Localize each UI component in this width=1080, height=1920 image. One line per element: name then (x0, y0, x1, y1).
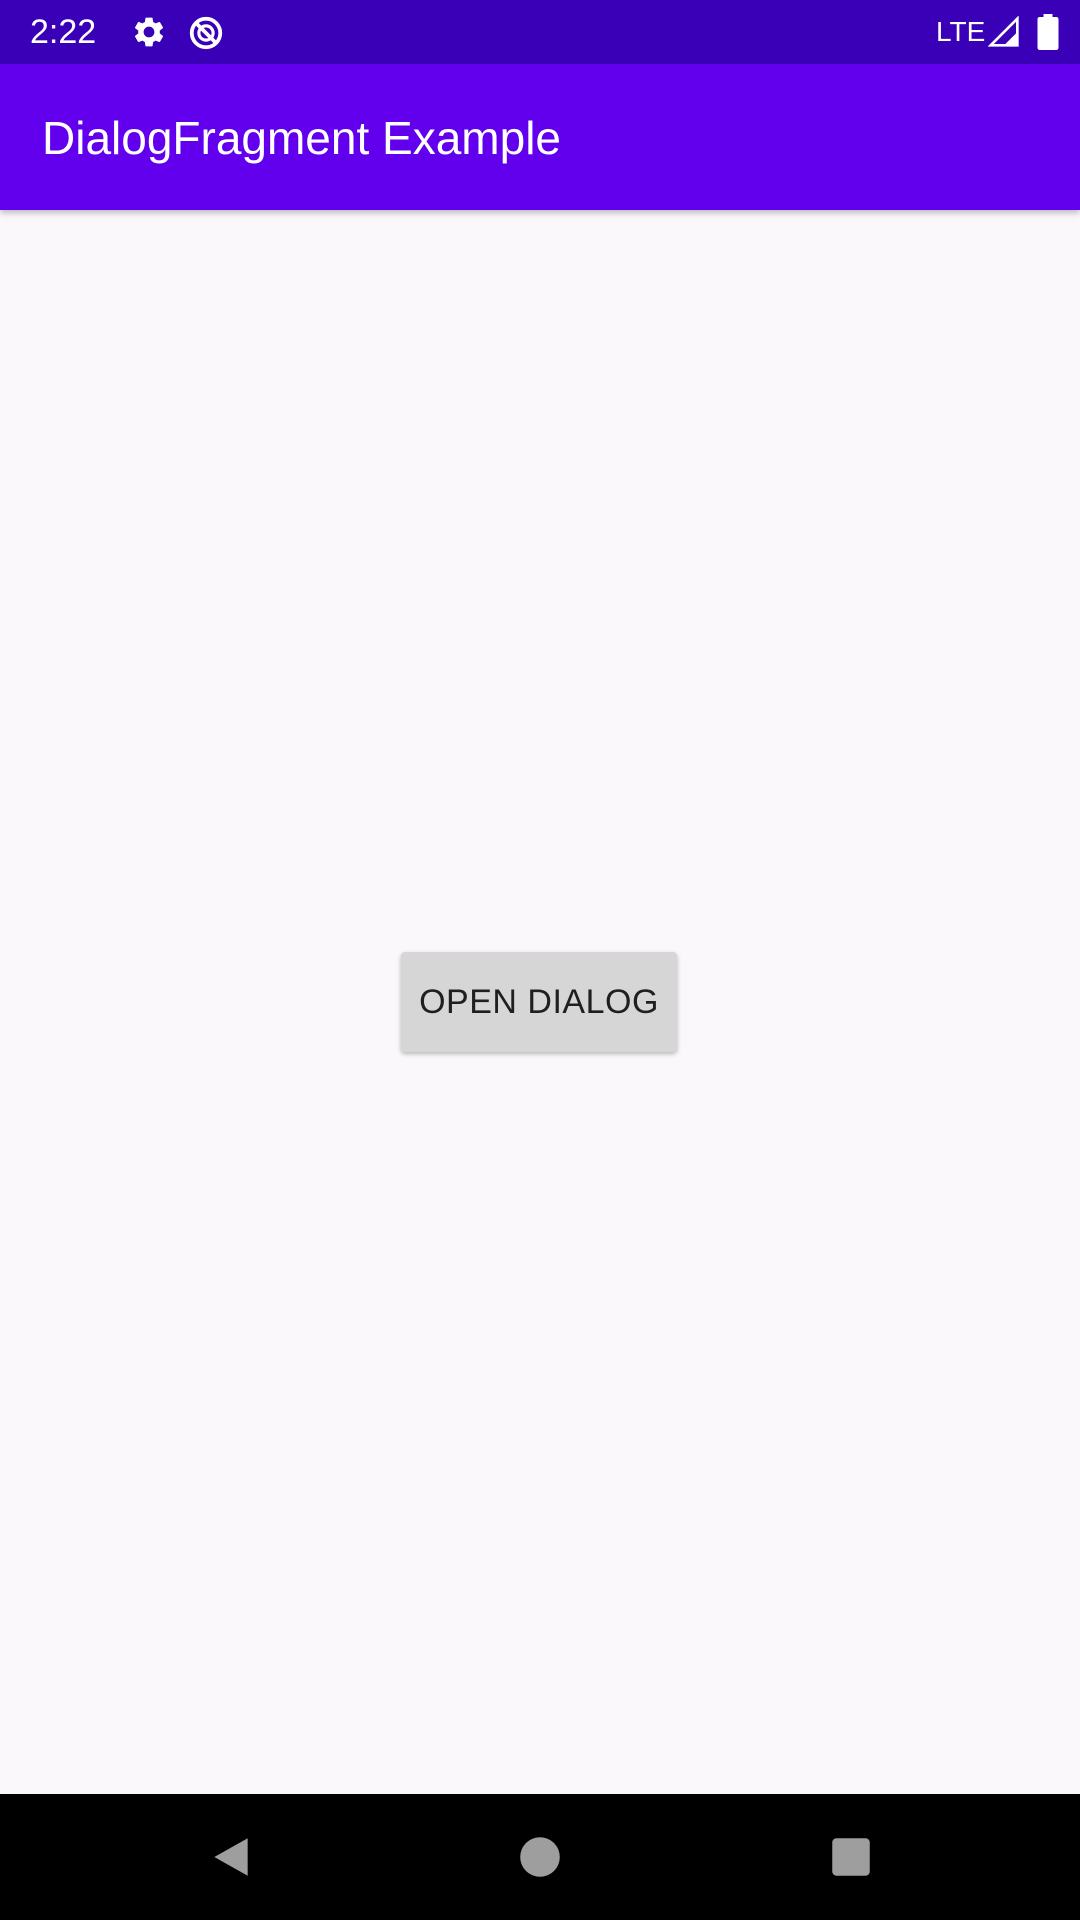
battery-icon (1036, 14, 1072, 50)
home-icon[interactable] (515, 1832, 565, 1882)
app-toolbar: DialogFragment Example (0, 64, 1080, 210)
back-icon[interactable] (206, 1832, 256, 1882)
settings-icon (131, 14, 167, 50)
network-type-label: LTE (936, 16, 986, 47)
status-time: 2:22 (30, 13, 97, 51)
recents-icon[interactable] (826, 1832, 876, 1882)
app-screen: 2:22 LTE DialogFragment Example OPEN DIA… (0, 0, 1080, 1920)
signal-icon (987, 15, 1024, 52)
page-title: DialogFragment Example (42, 112, 562, 164)
status-bar: 2:22 LTE (0, 0, 1080, 64)
no-disturb-icon (187, 14, 223, 50)
open-dialog-button[interactable]: OPEN DIALOG (401, 952, 677, 1052)
navigation-bar (0, 1794, 1080, 1920)
